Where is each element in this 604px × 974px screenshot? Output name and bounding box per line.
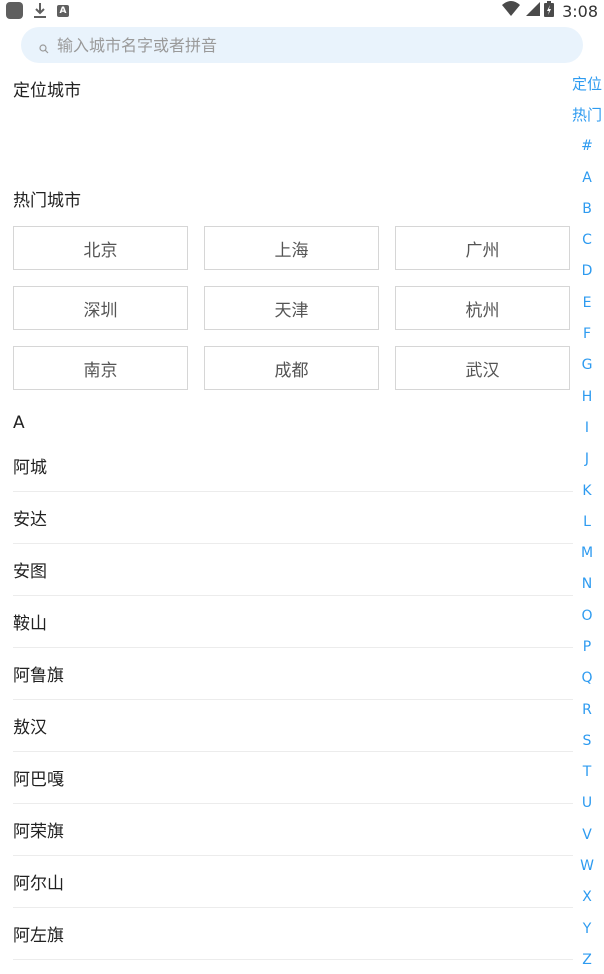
hot-city-button[interactable]: 天津	[204, 286, 379, 330]
index-item-y[interactable]: Y	[570, 913, 604, 944]
index-item-u[interactable]: U	[570, 788, 604, 819]
index-item-v[interactable]: V	[570, 819, 604, 850]
city-list-item[interactable]: 阿鲁旗	[13, 648, 573, 700]
alphabet-index-bar[interactable]: 定位 热门 # A B C D E F G H I J K L M N O P …	[570, 68, 604, 974]
index-item-w[interactable]: W	[570, 850, 604, 881]
city-list-item[interactable]: 安达	[13, 492, 573, 544]
signal-icon	[524, 1, 541, 21]
index-item-l[interactable]: L	[570, 506, 604, 537]
index-item-a[interactable]: A	[570, 162, 604, 193]
index-item-e[interactable]: E	[570, 287, 604, 318]
battery-icon	[544, 1, 555, 21]
index-item-z[interactable]: Z	[570, 944, 604, 974]
city-list-item[interactable]: 阿尔山	[13, 856, 573, 908]
located-city-title: 定位城市	[13, 81, 81, 101]
hot-city-button[interactable]: 南京	[13, 346, 188, 390]
index-item-f[interactable]: F	[570, 318, 604, 349]
index-item-x[interactable]: X	[570, 882, 604, 913]
hot-city-button[interactable]: 深圳	[13, 286, 188, 330]
hot-city-button[interactable]: 武汉	[395, 346, 570, 390]
index-item-g[interactable]: G	[570, 350, 604, 381]
status-time: 3:08	[562, 1, 598, 21]
index-item-s[interactable]: S	[570, 725, 604, 756]
hot-city-button[interactable]: 成都	[204, 346, 379, 390]
hot-city-button[interactable]: 杭州	[395, 286, 570, 330]
a-icon: A	[57, 4, 69, 17]
hot-cities-title: 热门城市	[13, 191, 81, 211]
index-item-i[interactable]: I	[570, 412, 604, 443]
index-item-located[interactable]: 定位	[570, 68, 604, 99]
app-icon	[6, 2, 23, 19]
index-item-r[interactable]: R	[570, 694, 604, 725]
index-item-q[interactable]: Q	[570, 663, 604, 694]
index-item-hot[interactable]: 热门	[570, 99, 604, 130]
index-item-h[interactable]: H	[570, 381, 604, 412]
city-list-item[interactable]: 敖汉	[13, 700, 573, 752]
index-item-b[interactable]: B	[570, 193, 604, 224]
city-list-item[interactable]: 阿巴嘎	[13, 752, 573, 804]
index-item-p[interactable]: P	[570, 631, 604, 662]
index-item-m[interactable]: M	[570, 537, 604, 568]
city-list-item[interactable]: 阿左旗	[13, 908, 573, 960]
status-bar-right: 3:08	[502, 1, 598, 21]
index-item-t[interactable]: T	[570, 757, 604, 788]
index-item-k[interactable]: K	[570, 475, 604, 506]
search-input[interactable]	[57, 27, 567, 63]
hot-city-button[interactable]: 北京	[13, 226, 188, 270]
index-item-c[interactable]: C	[570, 224, 604, 255]
status-bar-left: A	[6, 2, 69, 19]
hot-city-button[interactable]: 广州	[395, 226, 570, 270]
city-list-item[interactable]: 安图	[13, 544, 573, 596]
index-item-n[interactable]: N	[570, 569, 604, 600]
city-list-item[interactable]: 阿城	[13, 440, 573, 492]
city-picker-page: A 3:08 输入城市名字或者拼音 定位城市 热门城市 北京 上海 广州 深圳 …	[0, 0, 604, 974]
search-bar[interactable]	[21, 27, 583, 63]
city-list: 阿城 安达 安图 鞍山 阿鲁旗 敖汉 阿巴嘎 阿荣旗 阿尔山 阿左旗	[13, 440, 573, 960]
index-item-j[interactable]: J	[570, 444, 604, 475]
letter-group-header: A	[13, 413, 25, 433]
wifi-icon	[502, 1, 521, 21]
hot-city-button[interactable]: 上海	[204, 226, 379, 270]
search-icon	[39, 39, 49, 54]
download-icon	[33, 2, 47, 19]
index-item-hash[interactable]: #	[570, 131, 604, 162]
city-list-item[interactable]: 鞍山	[13, 596, 573, 648]
status-bar: A 3:08	[0, 0, 604, 22]
city-list-item[interactable]: 阿荣旗	[13, 804, 573, 856]
index-item-d[interactable]: D	[570, 256, 604, 287]
index-item-o[interactable]: O	[570, 600, 604, 631]
